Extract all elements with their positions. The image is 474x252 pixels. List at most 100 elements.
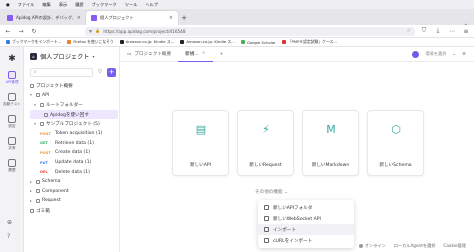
tree-item-api[interactable]: ▾ API: [30, 91, 118, 101]
browser-tab-project[interactable]: 個人プロジェクト ×: [86, 11, 178, 25]
tree-item-endpoint[interactable]: GET Retrieve data (1): [30, 139, 118, 149]
cube-icon: ⬡: [391, 123, 401, 136]
reload-icon[interactable]: ↻: [30, 27, 38, 35]
rail-item-settings[interactable]: 設定: [2, 115, 22, 129]
history-icon: [8, 159, 16, 167]
rail-item-share[interactable]: 共有: [2, 137, 22, 151]
hamburger-menu-icon[interactable]: ≡: [462, 27, 470, 35]
menu-item-import[interactable]: インポート: [258, 224, 354, 235]
tree-item-overview[interactable]: プロジェクト概要: [30, 81, 118, 91]
download-icon[interactable]: ⤓: [434, 27, 442, 35]
folder-icon: [40, 122, 44, 127]
tab-new[interactable]: 新規... ×: [178, 47, 213, 62]
bookmark-scholar[interactable]: Google Scholar: [240, 40, 276, 45]
tree-item-request[interactable]: ▸ Request: [30, 196, 118, 206]
menu-edit[interactable]: 編集: [42, 2, 50, 8]
tree-item-apidog-guide[interactable]: Apidogを使い回す: [30, 109, 118, 120]
browser-navbar: ← → ↻ ⛨ 🔒 https://app.apidog.com/project…: [0, 25, 474, 38]
new-request-card[interactable]: ⚡ 新しいRequest: [237, 110, 294, 176]
status-bar: オンライン ローカルAgentを選択 Cookie管理: [120, 239, 474, 252]
avatar[interactable]: [412, 50, 420, 58]
tree-item-schema[interactable]: ▸ Schema: [30, 177, 118, 187]
menu-item-new-folder[interactable]: 新しいAPIフォルダ: [258, 202, 354, 213]
google-scholar-icon: [240, 40, 245, 44]
help-icon[interactable]: ?: [7, 233, 10, 240]
close-icon[interactable]: ×: [77, 15, 81, 21]
pocket-icon[interactable]: ⛉: [420, 27, 428, 35]
create-cards: ▤ 新しいAPI ⚡ 新しいRequest M 新しいMarkdown ⬡ 新し…: [172, 110, 424, 176]
tree-item-endpoint[interactable]: POST Create data (1): [30, 148, 118, 158]
project-switcher[interactable]: ⌂ 個人プロジェクト ▾: [30, 52, 95, 61]
new-schema-card[interactable]: ⬡ 新しいSchema: [367, 110, 424, 176]
online-status[interactable]: オンライン: [358, 243, 386, 249]
menu-file[interactable]: ファイル: [18, 2, 35, 8]
doc-icon: [44, 112, 48, 117]
tree-item-endpoint[interactable]: PUT Update data (1): [30, 158, 118, 168]
extensions-icon[interactable]: ⋯: [448, 27, 456, 35]
environment-select[interactable]: 環境を選択: [425, 51, 446, 57]
chevron-right-icon: ▸: [30, 198, 32, 203]
menu-icon[interactable]: ≡: [462, 52, 466, 57]
add-button[interactable]: +: [107, 67, 116, 77]
menu-tools[interactable]: ツール: [125, 2, 138, 8]
add-tab-button[interactable]: +: [213, 47, 231, 62]
close-icon[interactable]: ×: [169, 15, 173, 21]
more-features-button[interactable]: その他の機能 ⌄: [255, 189, 288, 195]
new-api-card[interactable]: ▤ 新しいAPI: [172, 110, 229, 176]
tree-item-root-folder[interactable]: ▾ ルートフォルダー: [30, 100, 118, 110]
rail-item-label: 自動テスト: [3, 102, 21, 106]
amazon-icon: [119, 40, 124, 44]
rail-item-label: 履歴: [8, 168, 16, 172]
rail-item-history[interactable]: 履歴: [2, 159, 22, 173]
rail-item-test[interactable]: 自動テスト: [2, 93, 22, 107]
chevron-down-icon[interactable]: ⌄: [452, 52, 456, 57]
tree-item-component[interactable]: ▸ Component: [30, 187, 118, 197]
menu-apple-icon[interactable]: ●: [6, 2, 10, 7]
overview-icon: [30, 83, 34, 88]
filter-icon[interactable]: ▽: [96, 68, 104, 76]
tree-item-endpoint[interactable]: POST Token acquisition (1): [30, 129, 118, 139]
tree-item-trash[interactable]: ゴミ箱: [30, 206, 118, 216]
overview-icon: ▭: [127, 51, 132, 57]
sidebar-search-row: ⌕ ▽ +: [30, 67, 116, 77]
url-bar[interactable]: ⛨ 🔒 https://app.apidog.com/project/41654…: [85, 26, 415, 36]
tree-item-endpoint[interactable]: DEL Delete data (1): [30, 167, 118, 177]
star-icon[interactable]: ☆: [407, 28, 411, 34]
share-icon: [8, 137, 16, 145]
menu-item-new-websocket[interactable]: 新しいWebSocket API: [258, 213, 354, 224]
trash-icon: [30, 208, 34, 213]
tab-overview[interactable]: ▭ プロジェクト概要: [120, 47, 178, 62]
local-agent-select[interactable]: ローカルAgentを選択: [394, 243, 436, 249]
menu-history[interactable]: 履歴: [75, 2, 83, 8]
new-tab-button[interactable]: +: [178, 11, 190, 25]
browser-tab-apidog[interactable]: Apidog APIの設計、デバッグ、管理… ×: [2, 11, 86, 25]
api-icon: [8, 71, 16, 79]
apidog-app: ✱ API管理 自動テスト 設定 共有 履歴 ⊕ ? ⌂ 個人プロジェクト ▾: [0, 47, 474, 252]
search-input[interactable]: ⌕: [30, 67, 93, 77]
cookie-manager[interactable]: Cookie管理: [443, 243, 466, 249]
websocket-icon: [264, 216, 269, 221]
markdown-icon: M: [326, 123, 336, 136]
menu-help[interactable]: ヘルプ: [145, 2, 158, 8]
rail-item-api[interactable]: API管理: [2, 71, 22, 85]
close-icon[interactable]: ×: [202, 51, 206, 56]
forward-icon[interactable]: →: [17, 27, 25, 35]
left-rail: ✱ API管理 自動テスト 設定 共有 履歴 ⊕ ?: [0, 47, 24, 252]
bookmark-amazon-1[interactable]: Amazon.co.jp: Kindle ス…: [119, 39, 174, 45]
new-markdown-card[interactable]: M 新しいMarkdown: [302, 110, 359, 176]
bookmark-firefox[interactable]: Firefox を使いこなそう: [67, 39, 114, 45]
invite-icon[interactable]: ⊕: [7, 219, 12, 226]
back-icon[interactable]: ←: [4, 27, 12, 35]
menu-view[interactable]: 表示: [59, 2, 67, 8]
bookmark-pmp[interactable]: 「PMP®認定試験」ケース…: [281, 39, 337, 45]
browser-tab-label: 個人プロジェクト: [100, 15, 134, 20]
apidog-logo-icon[interactable]: ✱: [7, 54, 17, 64]
chevron-right-icon: ▸: [30, 179, 32, 184]
tree-item-sample-project[interactable]: ▾ サンプルプロジェクト (5): [30, 119, 118, 129]
component-icon: [36, 189, 40, 194]
menu-bookmarks[interactable]: ブックマーク: [92, 2, 117, 8]
rail-item-label: API管理: [5, 80, 19, 84]
bookmark-amazon-2[interactable]: Amazon.co.jp: Kindle ス…: [180, 39, 235, 45]
api-tree: プロジェクト概要 ▾ API ▾ ルートフォルダー Apidogを使い回す ▾ サンプ…: [30, 81, 118, 215]
bookmark-import[interactable]: ブックマークをインポート…: [6, 39, 61, 45]
